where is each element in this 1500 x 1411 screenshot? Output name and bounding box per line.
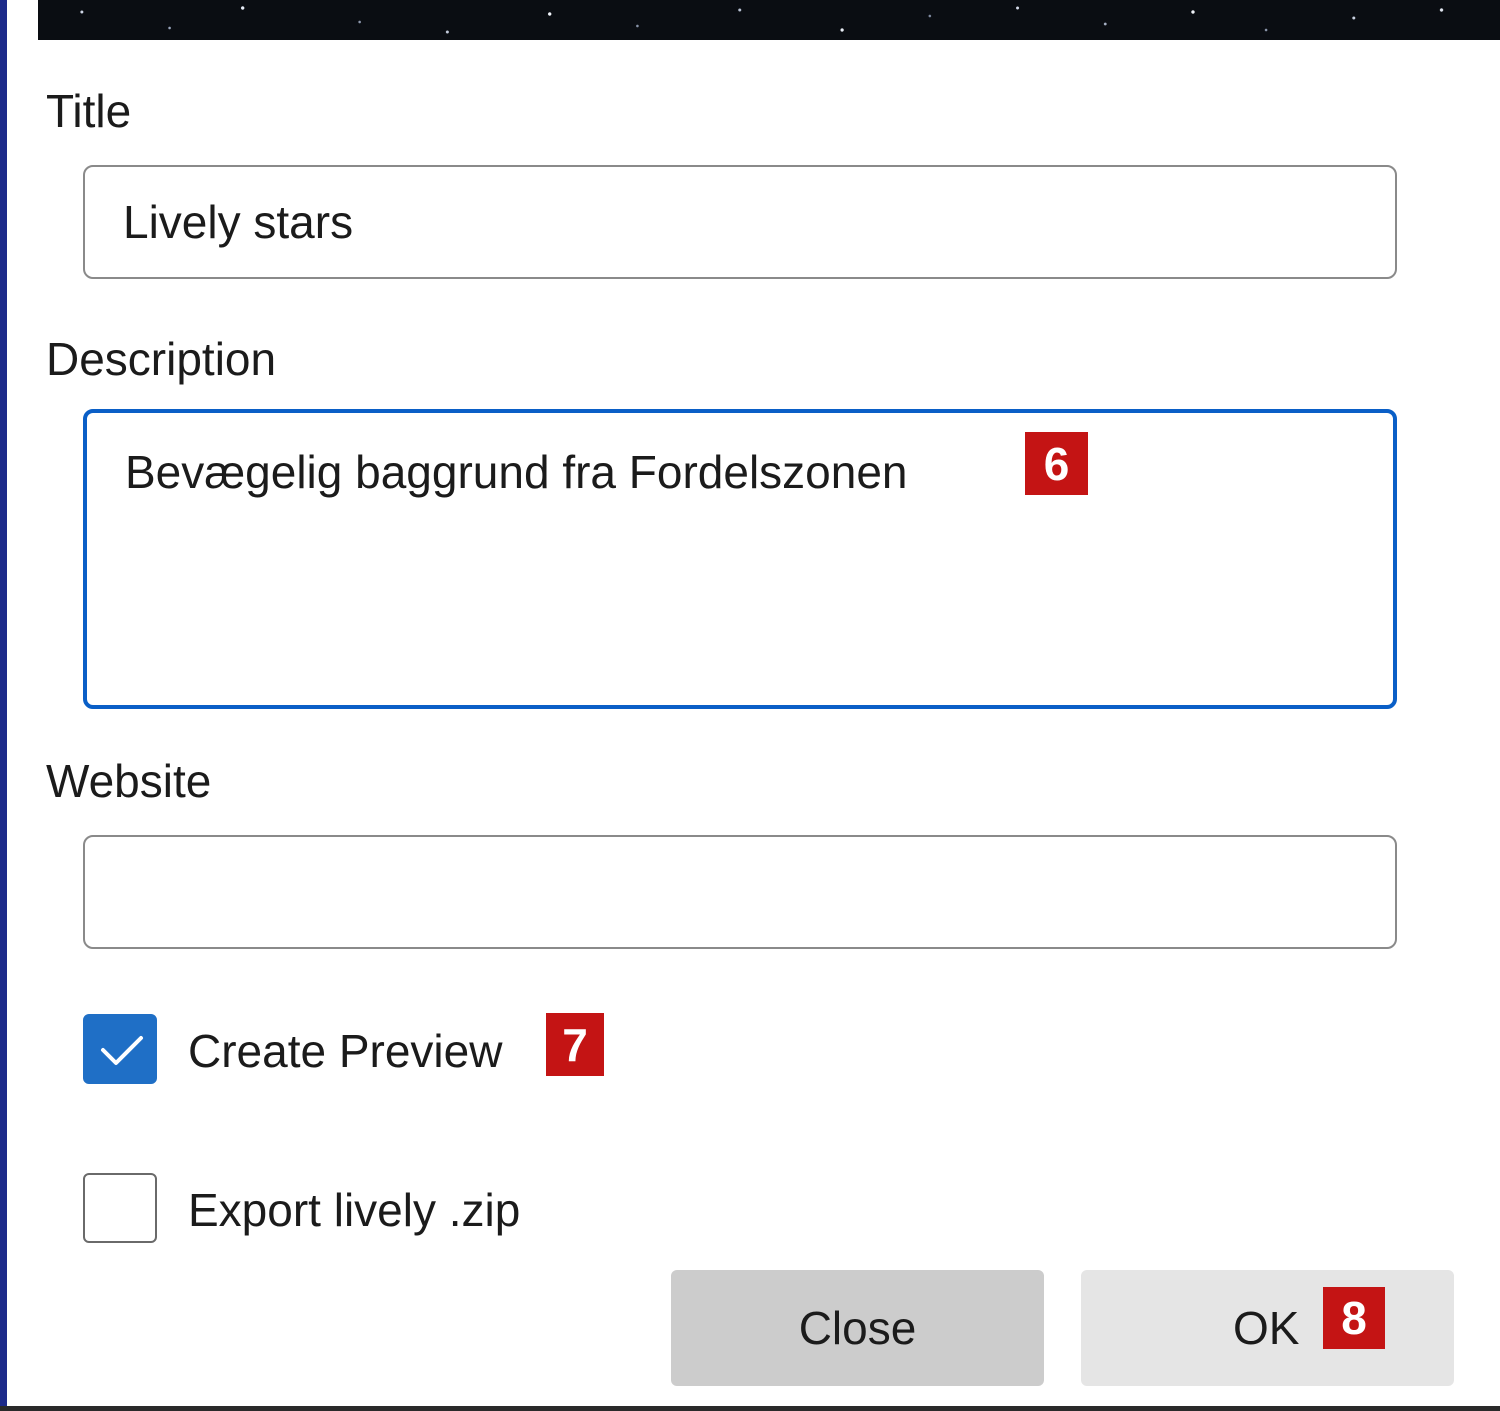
title-input[interactable] [83,165,1397,279]
website-input[interactable] [83,835,1397,949]
description-text: Bevægelig baggrund fra Fordelszonen [125,446,908,498]
create-preview-checkbox[interactable] [83,1014,157,1084]
window-bottom-edge [0,1406,1500,1411]
export-zip-checkbox[interactable] [83,1173,157,1243]
title-label: Title [46,85,132,137]
marker-badge-7: 7 [546,1013,604,1076]
export-zip-label[interactable]: Export lively .zip [188,1187,520,1233]
description-label: Description [46,333,277,385]
checkmark-icon [101,1036,143,1065]
website-label: Website [46,755,212,807]
marker-badge-8: 8 [1323,1287,1385,1349]
create-preview-label[interactable]: Create Preview [188,1028,502,1074]
window-left-edge [0,0,7,1411]
marker-badge-6: 6 [1025,432,1088,495]
ok-button[interactable]: OK [1081,1270,1454,1386]
ok-button-label: OK [1233,1302,1300,1354]
close-button[interactable]: Close [671,1270,1044,1386]
wallpaper-preview-strip [38,0,1500,40]
description-textarea[interactable]: Bevægelig baggrund fra Fordelszonen [83,409,1397,709]
